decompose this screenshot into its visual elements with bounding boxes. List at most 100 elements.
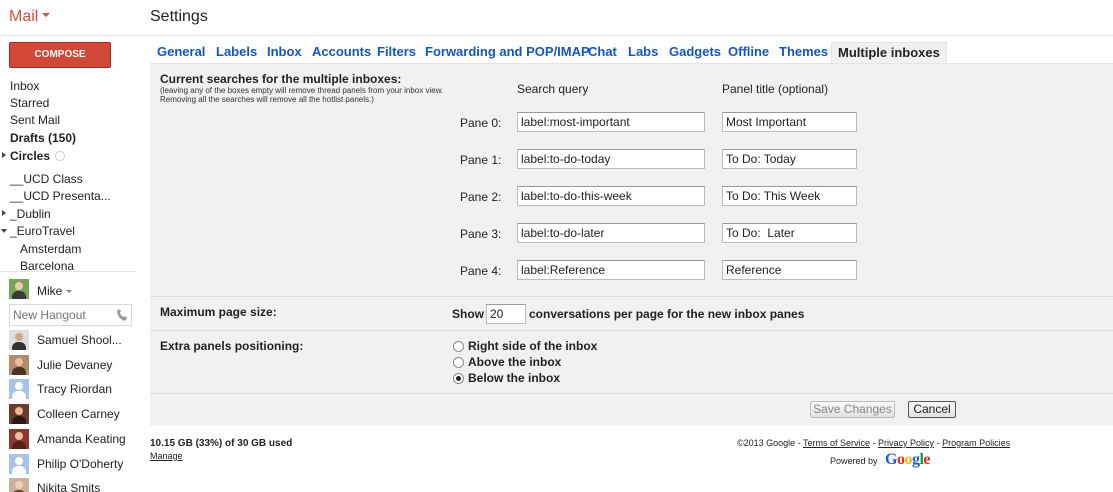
- pane-0-query-input[interactable]: [517, 112, 705, 132]
- panel-title-header: Panel title (optional): [722, 82, 829, 96]
- tab-themes[interactable]: Themes: [779, 44, 828, 59]
- program-policies-link[interactable]: Program Policies: [942, 438, 1010, 448]
- contact-avatar[interactable]: [9, 379, 29, 399]
- pane-1-label: Pane 1:: [460, 153, 502, 167]
- pane-4-title-input[interactable]: [722, 260, 857, 280]
- pane-0-label: Pane 0:: [460, 116, 502, 130]
- chevron-down-icon: [42, 13, 51, 18]
- storage-usage: 10.15 GB (33%) of 30 GB used: [150, 438, 293, 449]
- page-title: Settings: [150, 8, 208, 25]
- hangouts-user-menu[interactable]: Mike: [37, 284, 73, 298]
- pane-1-title-input[interactable]: [722, 149, 857, 169]
- tab-forwarding[interactable]: Forwarding and POP/IMAP: [425, 44, 590, 59]
- expand-circles-icon[interactable]: [2, 152, 6, 158]
- nav-label-dublin[interactable]: _Dublin: [10, 207, 51, 221]
- tab-labs[interactable]: Labs: [628, 44, 658, 59]
- pane-3-query-input[interactable]: [517, 223, 705, 243]
- contact-name[interactable]: Philip O'Doherty: [37, 457, 123, 471]
- nav-label-ucd-class[interactable]: __UCD Class: [10, 172, 83, 186]
- above-inbox-label[interactable]: Above the inbox: [468, 355, 561, 369]
- pane-0-title-input[interactable]: [722, 112, 857, 132]
- nav-starred[interactable]: Starred: [10, 96, 49, 110]
- section-divider: [150, 330, 1113, 331]
- nav-circles[interactable]: Circles: [10, 149, 66, 163]
- multiple-inboxes-note: (leaving any of the boxes empty will rem…: [160, 86, 444, 104]
- contact-name[interactable]: Julie Devaney: [37, 358, 112, 372]
- nav-label-ucd-presenta[interactable]: __UCD Presenta...: [10, 189, 111, 203]
- manage-storage-link[interactable]: Manage: [150, 451, 183, 461]
- tab-inbox[interactable]: Inbox: [267, 44, 302, 59]
- search-query-header: Search query: [517, 82, 589, 96]
- mail-app-menu[interactable]: Mail: [9, 8, 51, 26]
- tab-multiple-inboxes[interactable]: Multiple inboxes: [831, 42, 947, 64]
- chevron-down-icon: [66, 290, 73, 294]
- google-logo: Google: [885, 451, 931, 468]
- tab-filters[interactable]: Filters: [377, 44, 416, 59]
- below-inbox-radio[interactable]: [453, 373, 464, 384]
- right-side-radio[interactable]: [453, 341, 464, 352]
- save-changes-button[interactable]: Save Changes: [810, 401, 895, 418]
- multiple-inboxes-title: Current searches for the multiple inboxe…: [160, 72, 402, 86]
- user-avatar[interactable]: [9, 279, 29, 299]
- tab-general[interactable]: General: [157, 44, 205, 59]
- pane-3-title-input[interactable]: [722, 223, 857, 243]
- header-divider: [0, 35, 1113, 36]
- section-divider: [150, 296, 1113, 297]
- phone-icon[interactable]: [117, 309, 127, 321]
- conversations-per-page-label: conversations per page for the new inbox…: [529, 307, 805, 321]
- terms-link[interactable]: Terms of Service: [803, 438, 870, 448]
- new-hangout-input[interactable]: [9, 304, 132, 326]
- tab-chat[interactable]: Chat: [588, 44, 617, 59]
- nav-circles-label: Circles: [10, 149, 51, 163]
- collapse-eurotravel-icon[interactable]: [1, 229, 7, 233]
- footer-links: ©2013 Google - Terms of Service - Privac…: [737, 438, 1010, 448]
- nav-label-amsterdam[interactable]: Amsterdam: [20, 242, 81, 256]
- nav-label-eurotravel[interactable]: _EuroTravel: [10, 224, 75, 238]
- pane-4-label: Pane 4:: [460, 264, 502, 278]
- pane-2-label: Pane 2:: [460, 190, 502, 204]
- contact-name[interactable]: Colleen Carney: [37, 407, 120, 421]
- tab-gadgets[interactable]: Gadgets: [669, 44, 721, 59]
- expand-dublin-icon[interactable]: [2, 210, 6, 216]
- contact-name[interactable]: Tracy Riordan: [37, 382, 112, 396]
- tab-labels[interactable]: Labels: [216, 44, 257, 59]
- contact-avatar[interactable]: [9, 429, 29, 449]
- tab-offline[interactable]: Offline: [728, 44, 769, 59]
- contact-avatar[interactable]: [9, 330, 29, 350]
- powered-by-label: Powered by: [830, 456, 878, 466]
- footer-separator: -: [934, 438, 943, 448]
- pane-4-query-input[interactable]: [517, 260, 705, 280]
- hangouts-user-name: Mike: [37, 284, 63, 298]
- above-inbox-radio[interactable]: [453, 357, 464, 368]
- pane-2-query-input[interactable]: [517, 186, 705, 206]
- circles-icon: [55, 151, 66, 161]
- nav-divider: [0, 271, 136, 272]
- section-divider: [150, 393, 1113, 394]
- mail-app-label: Mail: [9, 8, 39, 25]
- contact-avatar[interactable]: [9, 355, 29, 375]
- nav-sent-mail[interactable]: Sent Mail: [10, 113, 60, 127]
- page-size-input[interactable]: [486, 304, 526, 324]
- contact-name[interactable]: Samuel Shool...: [37, 333, 122, 347]
- pane-2-title-input[interactable]: [722, 186, 857, 206]
- tab-accounts[interactable]: Accounts: [312, 44, 371, 59]
- show-label: Show: [452, 307, 484, 321]
- nav-drafts[interactable]: Drafts (150): [10, 131, 76, 145]
- contact-name[interactable]: Amanda Keating: [37, 432, 126, 446]
- contact-avatar[interactable]: [9, 478, 29, 492]
- footer-separator: -: [870, 438, 879, 448]
- right-side-label[interactable]: Right side of the inbox: [468, 339, 597, 353]
- contact-avatar[interactable]: [9, 454, 29, 474]
- pane-3-label: Pane 3:: [460, 227, 502, 241]
- privacy-link[interactable]: Privacy Policy: [878, 438, 934, 448]
- below-inbox-label[interactable]: Below the inbox: [468, 371, 560, 385]
- contact-avatar[interactable]: [9, 404, 29, 424]
- nav-inbox[interactable]: Inbox: [10, 79, 39, 93]
- extra-panels-positioning-title: Extra panels positioning:: [160, 339, 304, 353]
- cancel-button[interactable]: Cancel: [908, 401, 956, 418]
- compose-button[interactable]: COMPOSE: [9, 42, 111, 68]
- pane-1-query-input[interactable]: [517, 149, 705, 169]
- contact-name[interactable]: Nikita Smits: [37, 481, 100, 492]
- max-page-size-title: Maximum page size:: [160, 305, 277, 319]
- copyright-text: ©2013 Google -: [737, 438, 804, 448]
